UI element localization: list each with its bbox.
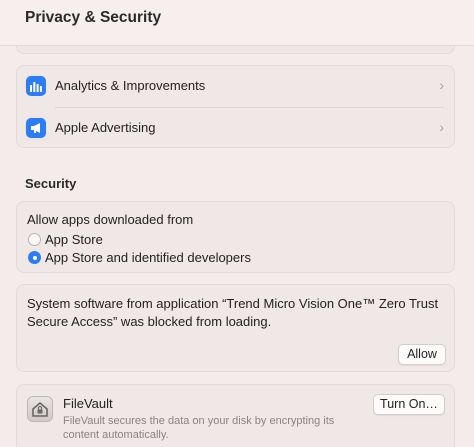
allow-button[interactable]: Allow xyxy=(398,344,446,365)
analytics-chart-icon xyxy=(26,76,46,96)
filevault-title: FileVault xyxy=(63,396,113,411)
turn-on-filevault-button[interactable]: Turn On… xyxy=(373,394,445,415)
page-title: Privacy & Security xyxy=(25,9,162,26)
blocked-software-panel: System software from application “Trend … xyxy=(16,284,455,372)
analytics-improvements-label: Analytics & Improvements xyxy=(55,78,206,93)
allow-apps-panel: Allow apps downloaded from App Store App… xyxy=(16,201,455,273)
blocked-software-message: System software from application “Trend … xyxy=(27,296,439,329)
house-lock-icon xyxy=(27,396,53,422)
radio-identified-developers-label[interactable]: App Store and identified developers xyxy=(45,250,251,265)
privacy-options-panel: Analytics & Improvements › Apple Adverti… xyxy=(16,65,455,148)
analytics-improvements-row[interactable]: Analytics & Improvements › xyxy=(17,66,454,106)
chevron-right-icon: › xyxy=(439,77,444,93)
filevault-panel: FileVault FileVault secures the data on … xyxy=(16,384,455,447)
security-section-title: Security xyxy=(25,176,77,191)
chevron-right-icon: › xyxy=(439,119,444,135)
scrolled-panel-edge xyxy=(16,46,455,54)
filevault-description: FileVault secures the data on your disk … xyxy=(63,415,335,441)
apple-advertising-label: Apple Advertising xyxy=(55,120,156,135)
radio-app-store-label[interactable]: App Store xyxy=(45,232,103,247)
allow-apps-label: Allow apps downloaded from xyxy=(27,212,194,227)
megaphone-icon xyxy=(26,118,46,138)
radio-identified-developers[interactable] xyxy=(28,251,41,264)
window-header: Privacy & Security xyxy=(0,0,474,46)
radio-app-store[interactable] xyxy=(28,233,41,246)
apple-advertising-row[interactable]: Apple Advertising › xyxy=(17,108,454,148)
